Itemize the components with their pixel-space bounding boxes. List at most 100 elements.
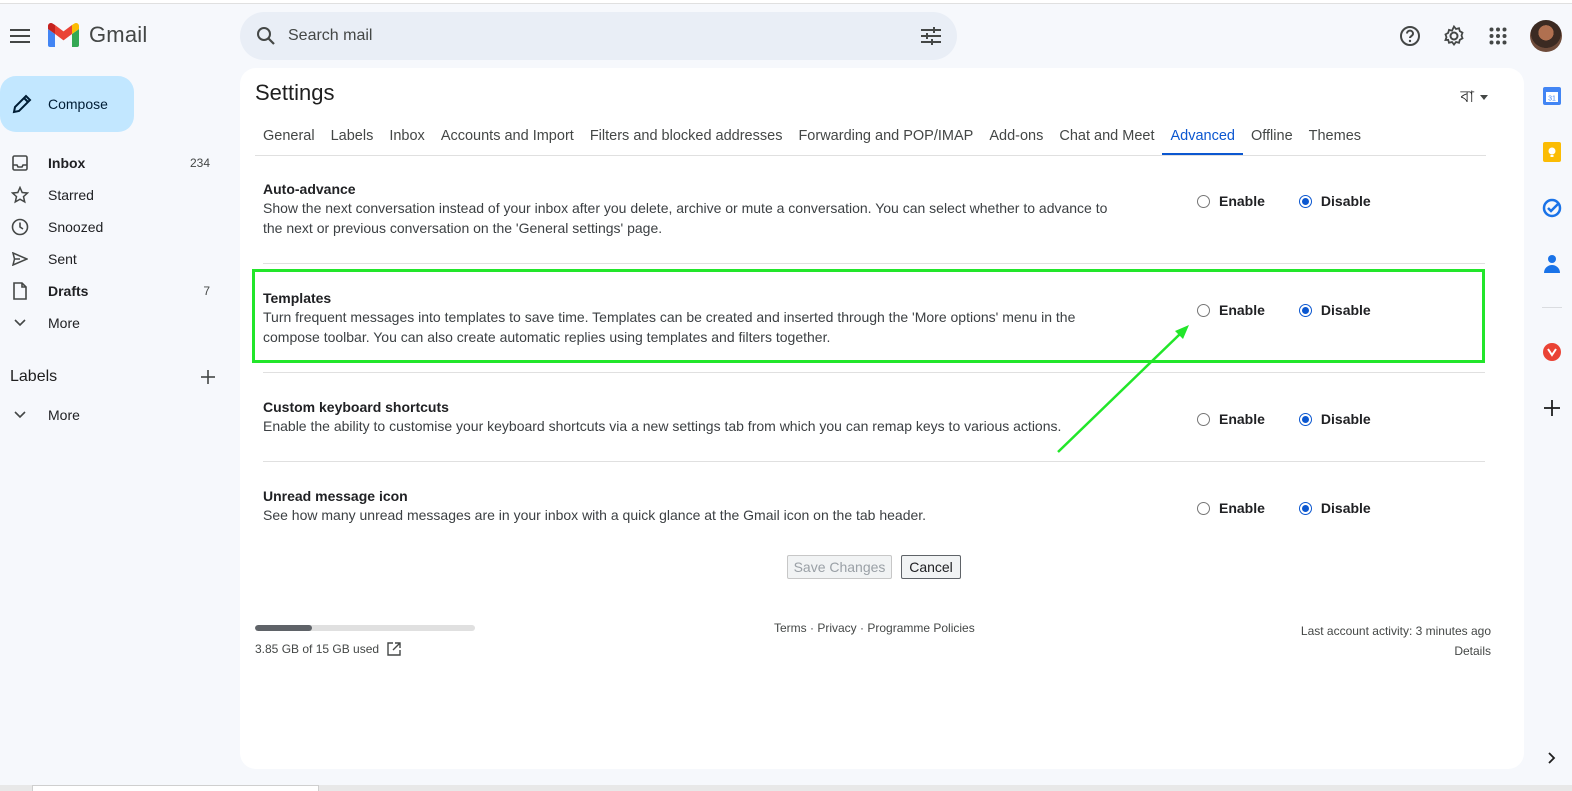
bottom-scrollbar-thumb[interactable] (32, 785, 319, 791)
enable-label[interactable]: Enable (1219, 193, 1265, 209)
disable-radio[interactable] (1298, 412, 1312, 426)
sidebar-item-label: Drafts (48, 283, 89, 299)
get-add-ons-icon[interactable] (1540, 396, 1564, 420)
disable-label[interactable]: Disable (1321, 411, 1371, 427)
labels-title: Labels (10, 368, 58, 385)
gmail-m-icon (48, 23, 79, 47)
window-top-border (0, 0, 1572, 4)
sidebar-item-inbox[interactable]: Inbox 234 (0, 147, 230, 179)
caret-down-icon (1480, 95, 1488, 100)
draft-icon (10, 281, 30, 301)
sidebar-item-sent[interactable]: Sent (0, 243, 230, 275)
details-link[interactable]: Details (1301, 641, 1491, 661)
rail-divider (1542, 307, 1562, 308)
compose-button[interactable]: Compose (0, 76, 134, 132)
sidebar-item-more[interactable]: More (0, 307, 230, 339)
tab-offline[interactable]: Offline (1243, 122, 1301, 155)
privacy-link[interactable]: Privacy (817, 621, 856, 635)
last-activity-text: Last account activity: 3 minutes ago (1300, 624, 1491, 638)
settings-tabs: General Labels Inbox Accounts and Import… (255, 122, 1486, 156)
main-menu-button[interactable] (4, 20, 36, 52)
storage-usage: 3.85 GB of 15 GB used (255, 642, 401, 656)
disable-radio[interactable] (1298, 194, 1312, 208)
divider (263, 263, 1485, 264)
help-icon[interactable] (1394, 20, 1426, 52)
tab-add-ons[interactable]: Add-ons (981, 122, 1051, 155)
gmail-logo[interactable]: Gmail (48, 22, 147, 48)
chevron-down-icon (10, 313, 30, 333)
sidebar-item-label: Snoozed (48, 219, 104, 235)
tab-inbox[interactable]: Inbox (381, 122, 432, 155)
tab-forwarding[interactable]: Forwarding and POP/IMAP (790, 122, 981, 155)
tab-advanced[interactable]: Advanced (1162, 122, 1243, 155)
divider (263, 372, 1485, 373)
disable-label[interactable]: Disable (1321, 193, 1371, 209)
sidebar-item-label: Starred (48, 187, 94, 203)
labels-more-item[interactable]: More (0, 399, 230, 431)
page-title: Settings (255, 80, 335, 105)
gear-icon[interactable] (1438, 20, 1470, 52)
labels-more: More (0, 399, 230, 431)
draft-count: 7 (203, 284, 210, 298)
tab-filters[interactable]: Filters and blocked addresses (582, 122, 791, 155)
sidebar-item-drafts[interactable]: Drafts 7 (0, 275, 230, 307)
add-label-icon[interactable] (196, 365, 220, 389)
disable-label[interactable]: Disable (1321, 302, 1371, 318)
setting-description: See how many unread messages are in your… (263, 507, 927, 523)
sidebar-item-snoozed[interactable]: Snoozed (0, 211, 230, 243)
enable-radio[interactable] (1197, 194, 1210, 208)
tab-chat-and-meet[interactable]: Chat and Meet (1051, 122, 1162, 155)
disable-radio[interactable] (1298, 501, 1312, 515)
setting-options: Enable Disable (1197, 302, 1371, 318)
tab-labels[interactable]: Labels (323, 122, 382, 155)
save-changes-button[interactable]: Save Changes (787, 555, 892, 579)
inbox-icon (10, 153, 30, 173)
star-icon (10, 185, 30, 205)
search-input[interactable] (288, 27, 888, 45)
disable-label[interactable]: Disable (1321, 500, 1371, 516)
chevron-right-icon[interactable] (1540, 746, 1564, 770)
programme-policies-link[interactable]: Programme Policies (867, 621, 974, 635)
divider (263, 461, 1485, 462)
enable-radio[interactable] (1197, 501, 1210, 515)
input-tools-button[interactable]: বা (1460, 84, 1488, 111)
enable-label[interactable]: Enable (1219, 302, 1265, 318)
cancel-button[interactable]: Cancel (901, 555, 961, 579)
setting-options: Enable Disable (1197, 193, 1371, 209)
tab-accounts-and-import[interactable]: Accounts and Import (433, 122, 582, 155)
input-language-label: বা (1460, 89, 1474, 106)
search-options-icon[interactable] (919, 24, 943, 48)
external-link-icon[interactable] (387, 642, 401, 656)
app-name: Gmail (89, 22, 148, 47)
link-separator: · (806, 621, 818, 635)
compose-label: Compose (48, 96, 108, 112)
sidebar-nav: Inbox 234 Starred Snoozed Sent Drafts 7 … (0, 147, 230, 339)
setting-options: Enable Disable (1197, 411, 1371, 427)
footer-links: Terms · Privacy · Programme Policies (774, 621, 975, 635)
clock-icon (10, 217, 30, 237)
account-avatar[interactable] (1530, 20, 1562, 52)
search-bar[interactable] (240, 12, 957, 60)
sidebar-item-starred[interactable]: Starred (0, 179, 230, 211)
search-icon[interactable] (244, 14, 288, 58)
sidebar-item-label: Inbox (48, 155, 86, 171)
enable-radio[interactable] (1197, 303, 1210, 317)
enable-label[interactable]: Enable (1219, 500, 1265, 516)
contacts-icon[interactable] (1540, 252, 1564, 276)
terms-link[interactable]: Terms (774, 621, 807, 635)
account-activity: Last account activity: 3 minutes ago Det… (1301, 621, 1491, 661)
link-separator: · (856, 621, 868, 635)
keep-icon[interactable] (1540, 140, 1564, 164)
tasks-icon[interactable] (1540, 196, 1564, 220)
tab-general[interactable]: General (255, 122, 323, 155)
disable-radio[interactable] (1298, 303, 1312, 317)
storage-text: 3.85 GB of 15 GB used (255, 642, 380, 656)
pencil-icon (10, 92, 34, 116)
addon-icon[interactable] (1540, 340, 1564, 364)
sidebar-item-label: Sent (48, 251, 77, 267)
apps-grid-icon[interactable] (1482, 20, 1514, 52)
enable-radio[interactable] (1197, 412, 1210, 426)
tab-themes[interactable]: Themes (1301, 122, 1369, 155)
enable-label[interactable]: Enable (1219, 411, 1265, 427)
calendar-icon[interactable]: 31 (1540, 84, 1564, 108)
